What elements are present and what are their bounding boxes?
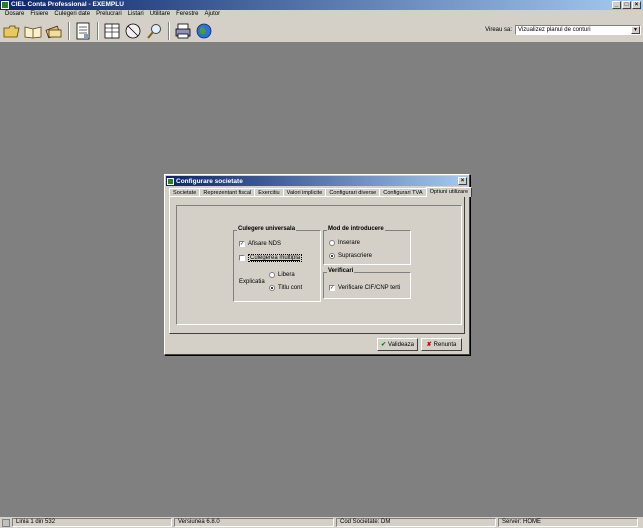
dialog-title: Configurare societate [176,177,243,185]
inserare-label: Inserare [338,240,361,246]
mod-introducere-group: Mod de introducere Inserare Suprascriere [323,226,411,265]
configurare-societate-dialog: Configurare societate × Societate Reprez… [164,174,473,355]
chevron-down-icon[interactable]: ▼ [631,26,640,34]
explicatia-label-row: Explicatia [239,279,265,285]
suprascriere-radio[interactable] [329,253,335,259]
search-icon[interactable] [144,21,164,41]
view-label: Vireau sa: [485,27,512,33]
libera-label: Libera [278,272,295,278]
toolbar-separator [97,21,99,40]
culegere-universala-group: Culegere universala ✓ Afisare NDS Culege… [233,226,321,302]
culegerea-multipla-checkbox[interactable] [239,255,245,261]
maximize-button[interactable]: □ [622,1,631,9]
dialog-close-button[interactable]: × [458,177,467,185]
globe-icon[interactable] [194,21,214,41]
status-bar: Linia 1 din 532 Versiunea 6.8.0 Cod Soci… [0,517,643,528]
titlu-cont-radio[interactable] [269,285,275,291]
books-icon[interactable] [44,21,64,41]
afisare-nds-row[interactable]: ✓ Afisare NDS [239,241,281,247]
tab-optiuni-utilizare[interactable]: Optiuni utilizare [425,187,473,197]
menu-ferestre[interactable]: Ferestre [173,10,201,19]
view-selector: Vireau sa: Vizualizez planul de conturi … [485,25,641,35]
titlu-cont-label: Titlu cont [278,285,303,291]
status-line-count: Linia 1 din 532 [12,518,172,527]
menu-dosare[interactable]: Dosare [2,10,27,19]
cross-icon: ✘ [426,342,432,348]
stamp-icon[interactable] [123,21,143,41]
libera-radio[interactable] [269,272,275,278]
toolbar-separator [68,21,70,40]
app-title: CIEL Conta Professional - EXEMPLU [11,1,124,8]
verificare-cif-checkbox[interactable]: ✓ [329,285,335,291]
status-company: Cod Societate: DM [336,518,496,527]
view-dropdown[interactable]: Vizualizez planul de conturi ▼ [515,25,641,35]
culegerea-multipla-row[interactable]: Culegerea multipla [239,254,303,262]
status-grip-icon [2,518,10,527]
suprascriere-label: Suprascriere [338,253,373,259]
dialog-title-bar: Configurare societate × [166,176,468,186]
inserare-radio-row[interactable]: Inserare [329,240,360,246]
app-title-bar: CIEL Conta Professional - EXEMPLU _ □ × [0,0,643,10]
tab-panel-optiuni-utilizare: Culegere universala ✓ Afisare NDS Culege… [169,196,465,334]
toolbar-separator [168,21,170,40]
cancel-button-label: Renunta [433,341,457,348]
menu-utilitare[interactable]: Utilitare [147,10,173,19]
status-version: Versiunea 6.8.0 [174,518,334,527]
dialog-app-icon [167,177,174,185]
inserare-radio[interactable] [329,240,335,246]
menu-fisiere[interactable]: Fisiere [27,10,51,19]
view-dropdown-value: Vizualizez planul de conturi [518,27,591,33]
afisare-nds-checkbox[interactable]: ✓ [239,241,245,247]
menu-culegeri-date[interactable]: Culegeri date [51,10,93,19]
app-logo-icon [1,1,9,9]
options-frame: Culegere universala ✓ Afisare NDS Culege… [176,205,462,325]
status-server: Server: HOME [498,518,638,527]
verificari-title: Verificari [327,268,355,274]
printer-icon[interactable] [173,21,193,41]
validate-button-label: Valideaza [388,341,414,348]
menu-prelucrari[interactable]: Prelucrari [93,10,125,19]
close-button[interactable]: × [632,1,641,9]
menu-ajutor[interactable]: Ajutor [201,10,223,19]
verificari-group: Verificari ✓ Verificare CIF/CNP terti [323,268,411,299]
explicatia-label: Explicatia [239,279,265,285]
culegere-universala-title: Culegere universala [237,226,297,232]
checkmark-icon: ✔ [381,342,387,348]
calculator-icon[interactable] [73,21,93,41]
book-icon[interactable] [23,21,43,41]
menu-bar: Dosare Fisiere Culegeri date Prelucrari … [0,10,643,19]
libera-radio-row[interactable]: Libera [269,272,295,278]
menu-listari[interactable]: Listari [125,10,147,19]
verificare-cif-row[interactable]: ✓ Verificare CIF/CNP terti [329,285,400,291]
titlu-cont-radio-row[interactable]: Titlu cont [269,285,302,291]
afisare-nds-label: Afisare NDS [248,241,282,247]
cancel-button[interactable]: ✘ Renunta [421,338,462,351]
validate-button[interactable]: ✔ Valideaza [377,338,418,351]
open-folder-icon[interactable] [2,21,22,41]
toolbar: Vireau sa: Vizualizez planul de conturi … [0,19,643,43]
verificare-cif-label: Verificare CIF/CNP terti [338,285,401,291]
minimize-button[interactable]: _ [612,1,621,9]
suprascriere-radio-row[interactable]: Suprascriere [329,253,372,259]
culegerea-multipla-label: Culegerea multipla [248,254,303,262]
mod-introducere-title: Mod de introducere [327,226,385,232]
ledger-icon[interactable] [102,21,122,41]
